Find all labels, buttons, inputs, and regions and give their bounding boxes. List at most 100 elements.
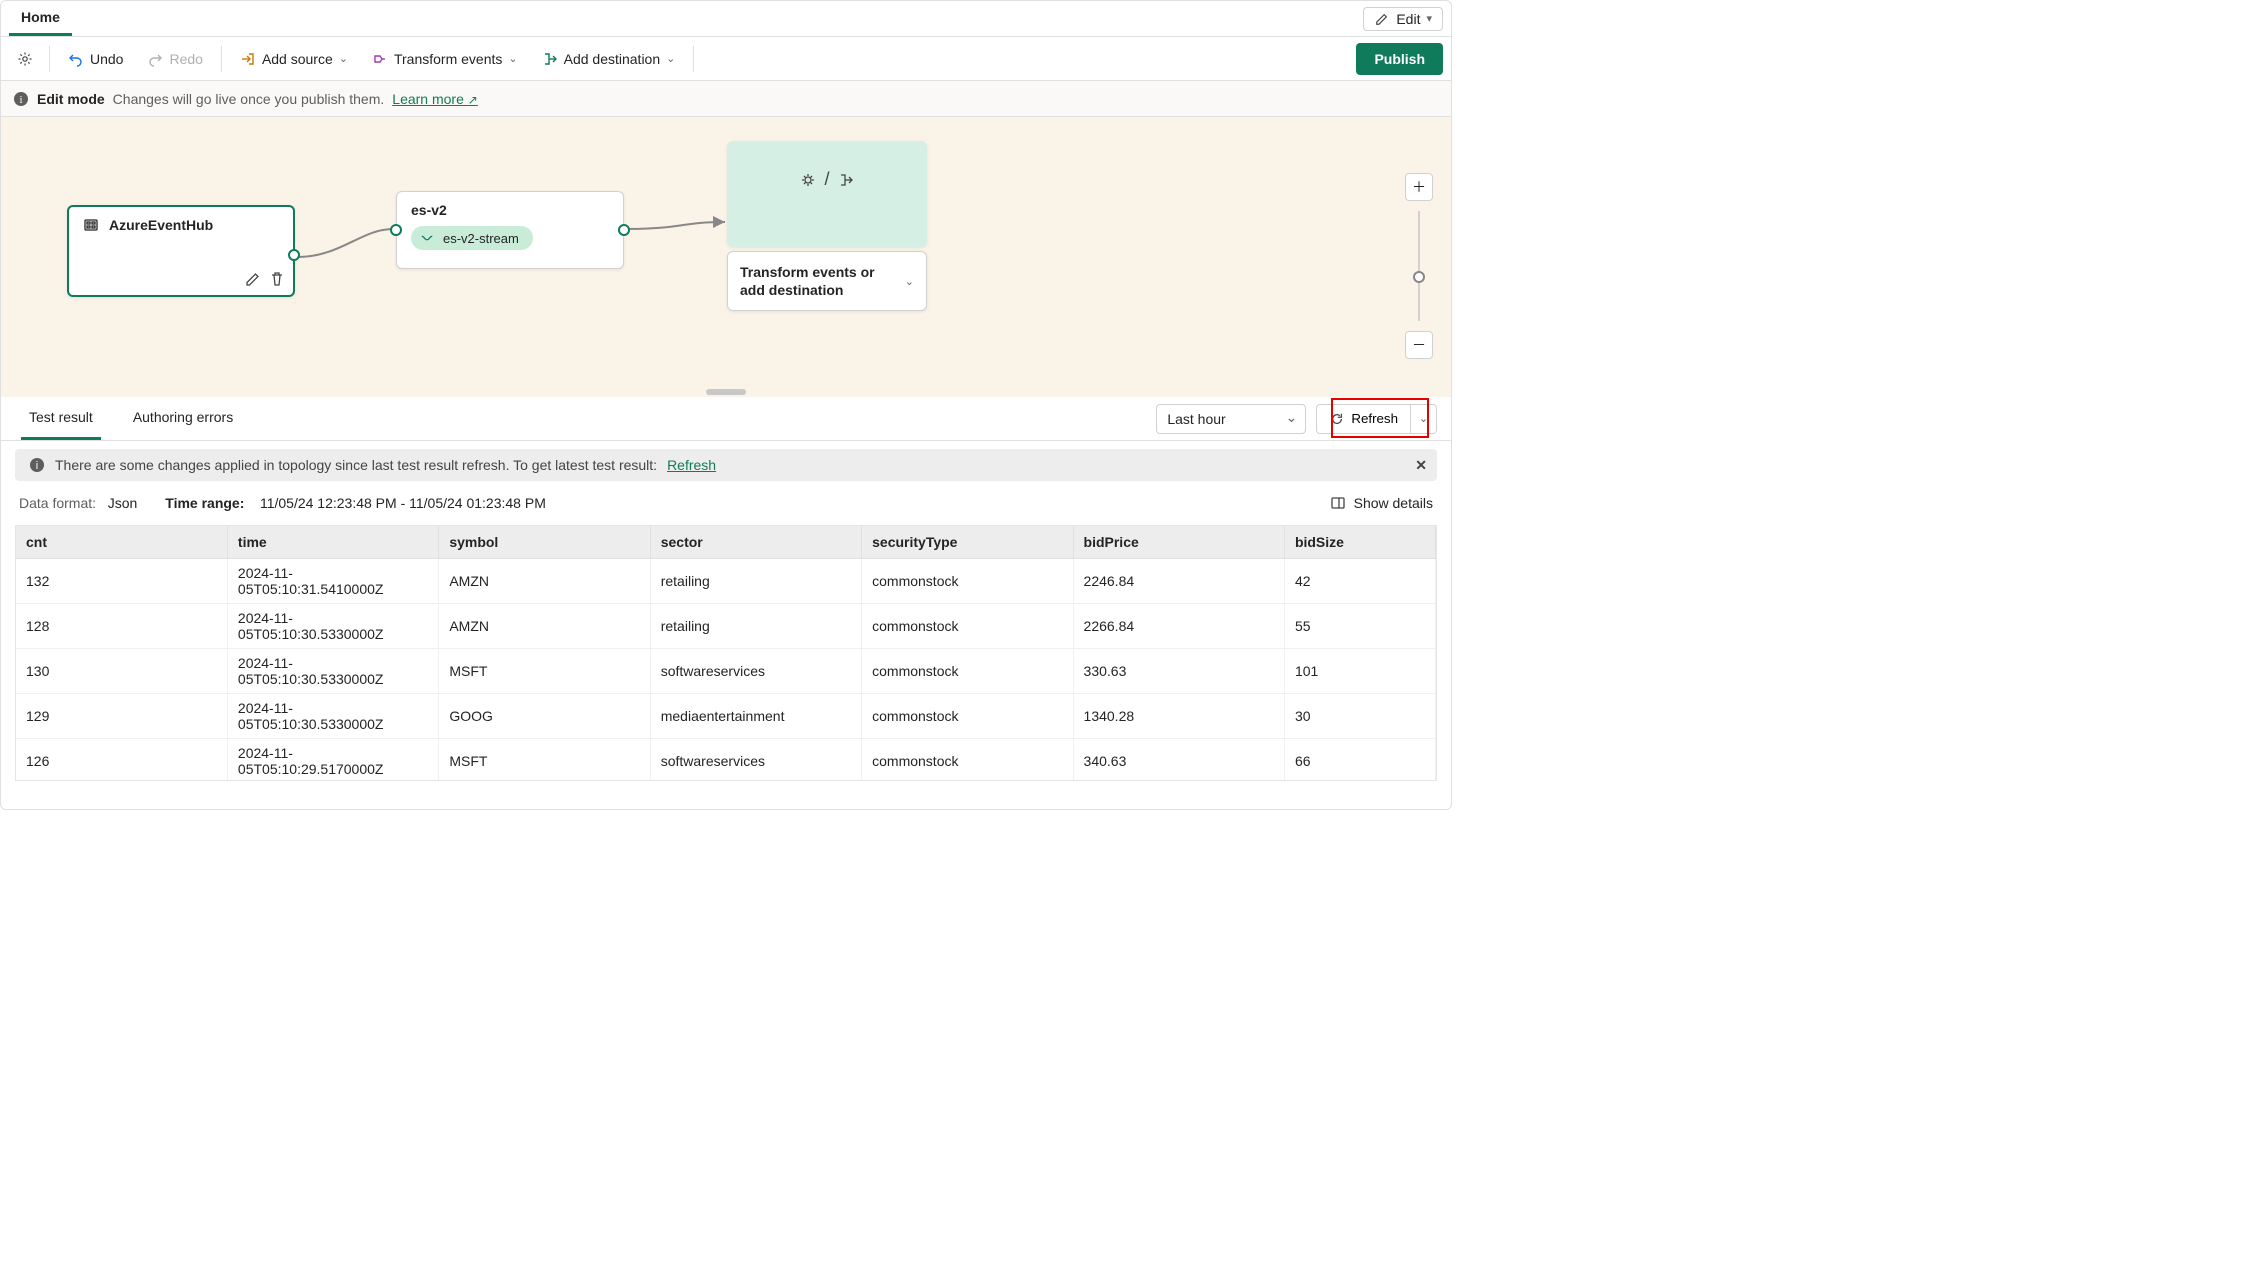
node-transform-or-destination[interactable]: Transform events or add destination ⌄ — [727, 251, 927, 311]
tab-home-label: Home — [21, 9, 60, 25]
toolbar: Undo Redo Add source ⌄ Transform events … — [1, 37, 1451, 81]
cell-sector: mediaentertainment — [650, 694, 861, 739]
caret-down-icon: ⌄ — [905, 275, 914, 288]
node-destination-placeholder[interactable]: / — [727, 141, 927, 247]
source-in-icon — [240, 51, 256, 67]
cell-securityType: commonstock — [862, 739, 1073, 782]
tab-test-result[interactable]: Test result — [21, 397, 101, 440]
tab-home[interactable]: Home — [9, 1, 72, 36]
results-table: cnt time symbol sector securityType bidP… — [16, 526, 1436, 781]
node-output-port[interactable] — [618, 224, 630, 236]
edit-dropdown[interactable]: Edit ▾ — [1363, 7, 1443, 31]
topology-change-notice: i There are some changes applied in topo… — [15, 449, 1437, 481]
table-row[interactable]: 1302024-11-05T05:10:30.5330000ZMSFTsoftw… — [16, 649, 1436, 694]
stream-pill[interactable]: es-v2-stream — [411, 226, 533, 250]
gear-icon — [17, 51, 33, 67]
publish-button[interactable]: Publish — [1356, 43, 1443, 75]
event-hub-icon — [83, 217, 99, 233]
caret-down-icon: ⌄ — [1419, 412, 1428, 425]
cell-sector: retailing — [650, 559, 861, 604]
add-destination-button[interactable]: Add destination ⌄ — [532, 45, 686, 73]
show-details-label: Show details — [1354, 495, 1433, 511]
tab-test-result-label: Test result — [29, 409, 93, 425]
toolbar-separator — [693, 46, 694, 72]
undo-button[interactable]: Undo — [58, 45, 133, 73]
add-source-button[interactable]: Add source ⌄ — [230, 45, 358, 73]
node-output-port[interactable] — [288, 249, 300, 261]
col-sector[interactable]: sector — [650, 526, 861, 559]
cell-cnt: 128 — [16, 604, 227, 649]
col-time[interactable]: time — [227, 526, 438, 559]
cell-bidPrice: 2246.84 — [1073, 559, 1284, 604]
zoom-slider-thumb[interactable] — [1413, 271, 1425, 283]
cell-bidPrice: 2266.84 — [1073, 604, 1284, 649]
cell-bidSize: 101 — [1284, 649, 1435, 694]
cell-symbol: MSFT — [439, 649, 650, 694]
time-range-value: 11/05/24 12:23:48 PM - 11/05/24 01:23:48… — [260, 495, 546, 511]
zoom-slider[interactable] — [1418, 211, 1420, 321]
transform-events-button[interactable]: Transform events ⌄ — [362, 45, 528, 73]
cell-bidSize: 55 — [1284, 604, 1435, 649]
edit-mode-info: i Edit mode Changes will go live once yo… — [1, 81, 1451, 117]
info-icon: i — [29, 457, 45, 473]
node-es-v2-title: es-v2 — [411, 202, 609, 218]
data-format-value: Json — [108, 495, 138, 511]
zoom-control: ＋ － — [1405, 173, 1433, 359]
cell-bidSize: 42 — [1284, 559, 1435, 604]
pencil-icon — [1374, 11, 1390, 27]
cell-sector: retailing — [650, 604, 861, 649]
cell-cnt: 129 — [16, 694, 227, 739]
cell-time: 2024-11-05T05:10:30.5330000Z — [227, 604, 438, 649]
refresh-label: Refresh — [1351, 411, 1398, 426]
col-cnt[interactable]: cnt — [16, 526, 227, 559]
show-details-button[interactable]: Show details — [1330, 495, 1433, 511]
col-bidprice[interactable]: bidPrice — [1073, 526, 1284, 559]
cell-securityType: commonstock — [862, 604, 1073, 649]
learn-more-link[interactable]: Learn more ↗ — [392, 91, 478, 107]
cell-sector: softwareservices — [650, 649, 861, 694]
table-row[interactable]: 1322024-11-05T05:10:31.5410000ZAMZNretai… — [16, 559, 1436, 604]
cell-symbol: GOOG — [439, 694, 650, 739]
stream-icon — [419, 230, 435, 246]
delete-node-button[interactable] — [269, 271, 285, 287]
edit-node-button[interactable] — [245, 271, 261, 287]
results-table-container[interactable]: cnt time symbol sector securityType bidP… — [15, 525, 1437, 781]
time-range-selected: Last hour — [1167, 411, 1225, 427]
col-bidsize[interactable]: bidSize — [1284, 526, 1435, 559]
table-row[interactable]: 1262024-11-05T05:10:29.5170000ZMSFTsoftw… — [16, 739, 1436, 782]
node-azure-event-hub-title: AzureEventHub — [109, 217, 213, 233]
cell-sector: softwareservices — [650, 739, 861, 782]
col-securitytype[interactable]: securityType — [862, 526, 1073, 559]
settings-button[interactable] — [9, 45, 41, 73]
table-header-row: cnt time symbol sector securityType bidP… — [16, 526, 1436, 559]
cell-bidPrice: 340.63 — [1073, 739, 1284, 782]
table-row[interactable]: 1292024-11-05T05:10:30.5330000ZGOOGmedia… — [16, 694, 1436, 739]
refresh-button[interactable]: Refresh — [1316, 404, 1411, 434]
zoom-in-button[interactable]: ＋ — [1405, 173, 1433, 201]
cell-bidPrice: 330.63 — [1073, 649, 1284, 694]
cell-time: 2024-11-05T05:10:31.5410000Z — [227, 559, 438, 604]
table-row[interactable]: 1282024-11-05T05:10:30.5330000ZAMZNretai… — [16, 604, 1436, 649]
redo-button[interactable]: Redo — [137, 45, 212, 73]
transform-events-label: Transform events — [394, 51, 502, 67]
panel-resize-handle[interactable] — [706, 389, 746, 395]
node-es-v2[interactable]: es-v2 es-v2-stream — [396, 191, 624, 269]
cell-cnt: 126 — [16, 739, 227, 782]
notice-close-button[interactable]: ✕ — [1415, 457, 1427, 474]
refresh-dropdown[interactable]: ⌄ — [1411, 404, 1437, 434]
redo-icon — [147, 51, 163, 67]
svg-text:i: i — [36, 460, 38, 472]
time-range-label: Time range: — [165, 495, 244, 511]
node-azure-event-hub[interactable]: AzureEventHub — [67, 205, 295, 297]
col-symbol[interactable]: symbol — [439, 526, 650, 559]
refresh-icon — [1329, 411, 1345, 427]
time-range-select[interactable]: Last hour — [1156, 404, 1306, 434]
caret-down-icon: ⌄ — [508, 52, 517, 65]
destination-out-icon — [542, 51, 558, 67]
zoom-out-button[interactable]: － — [1405, 331, 1433, 359]
pipeline-canvas[interactable]: AzureEventHub es-v2 es-v2-stream — [1, 117, 1451, 397]
notice-refresh-link[interactable]: Refresh — [667, 457, 716, 473]
node-input-port[interactable] — [390, 224, 402, 236]
tab-authoring-errors[interactable]: Authoring errors — [125, 397, 241, 440]
caret-down-icon: ⌄ — [666, 52, 675, 65]
